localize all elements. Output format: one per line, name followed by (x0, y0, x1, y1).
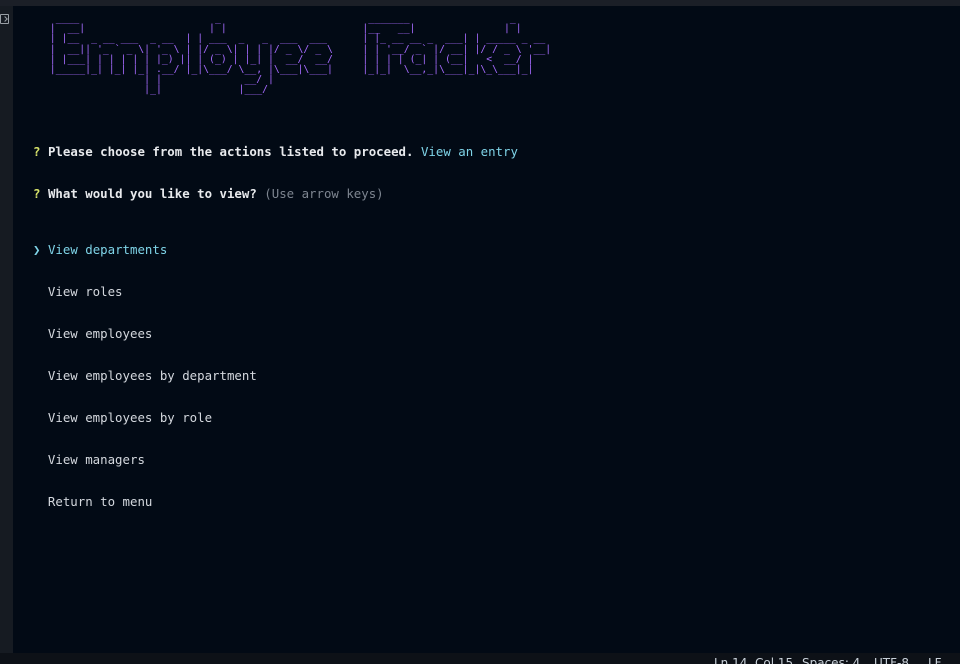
end-of-line-setting[interactable]: LF (928, 656, 942, 664)
menu-option-label: View managers (47, 452, 145, 467)
menu-option-label: View employees (47, 326, 153, 341)
status-bar: Ln 14, Col 15 Spaces: 4 UTF-8 LF (0, 653, 960, 664)
prompt-output: ? Please choose from the actions listed … (33, 117, 518, 537)
menu-option-view-departments[interactable]: ❯ View departments (33, 243, 518, 257)
prompt-line-1: ? Please choose from the actions listed … (33, 145, 518, 159)
menu-option-view-employees-by-role[interactable]: View employees by role (33, 411, 518, 425)
question-mark: ? (33, 144, 41, 159)
menu-option-view-roles[interactable]: View roles (33, 285, 518, 299)
banner-line: |_| |___/ (38, 84, 269, 96)
cursor-position[interactable]: Ln 14, Col 15 (714, 656, 793, 664)
indentation-setting[interactable]: Spaces: 4 (802, 656, 860, 664)
ascii-banner: ____ _ _______ _ | __| | | |__ __| | | |… (38, 13, 551, 96)
menu-option-label: View employees by role (47, 410, 213, 425)
prompt-line-2: ? What would you like to view? (Use arro… (33, 187, 518, 201)
menu-option-label: View roles (47, 284, 123, 299)
prompt-answer: View an entry (420, 144, 518, 159)
menu-option-label: Return to menu (47, 494, 153, 509)
terminal-panel[interactable]: ____ _ _______ _ | __| | | |__ __| | | |… (13, 6, 960, 653)
encoding-setting[interactable]: UTF-8 (874, 656, 909, 664)
menu-option-label: View employees by department (47, 368, 257, 383)
prompt-question: What would you like to view? (47, 186, 257, 201)
menu-option-view-managers[interactable]: View managers (33, 453, 518, 467)
app-window: ____ _ _______ _ | __| | | |__ __| | | |… (0, 0, 960, 664)
activity-gutter (0, 6, 13, 653)
panel-toggle-icon[interactable] (0, 14, 9, 24)
selection-pointer-icon: ❯ (33, 242, 41, 257)
menu-option-view-employees-by-department[interactable]: View employees by department (33, 369, 518, 383)
prompt-question: Please choose from the actions listed to… (47, 144, 414, 159)
menu-option-return-to-menu[interactable]: Return to menu (33, 495, 518, 509)
menu-option-label: View departments (47, 242, 168, 257)
menu-option-view-employees[interactable]: View employees (33, 327, 518, 341)
prompt-hint: (Use arrow keys) (264, 186, 384, 201)
question-mark: ? (33, 186, 41, 201)
